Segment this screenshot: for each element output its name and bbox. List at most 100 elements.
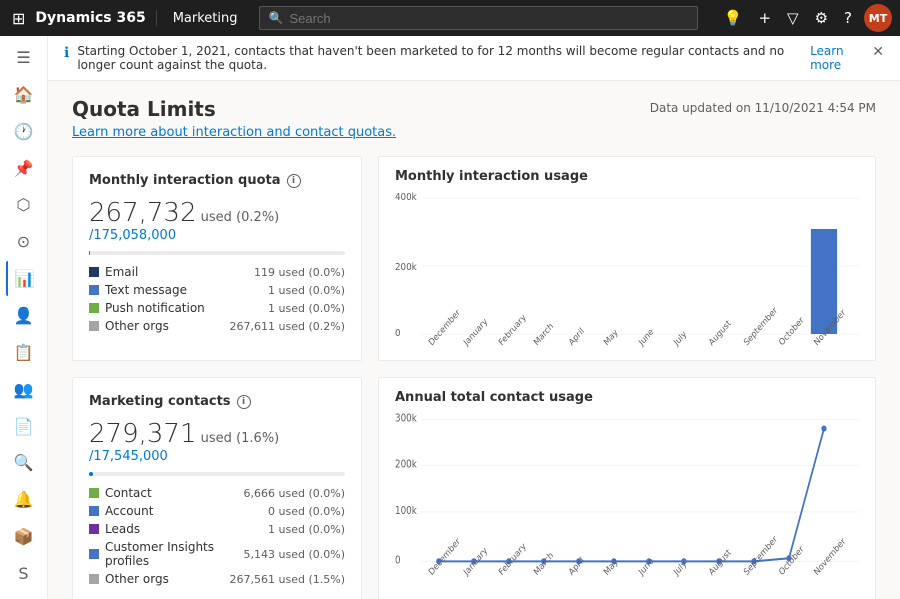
sidebar-search-icon[interactable]: 🔍	[6, 445, 42, 480]
search-bar[interactable]: 🔍	[259, 6, 697, 30]
user-avatar[interactable]: MT	[864, 4, 892, 32]
page-header: Quota Limits Learn more about interactio…	[48, 81, 900, 148]
marketing-contacts-bar	[89, 472, 345, 476]
monthly-quota-of: /175,058,000	[89, 228, 176, 243]
svg-text:February: February	[497, 312, 528, 348]
svg-text:0: 0	[395, 555, 401, 567]
legend-item: Other orgs 267,561 used (1.5%)	[89, 570, 345, 588]
legend-label: Leads	[89, 522, 268, 536]
nav-icons: 💡 + ▽ ⚙ ? MT	[720, 4, 892, 32]
svg-text:June: June	[636, 326, 655, 348]
marketing-contacts-card: Marketing contacts i 279,371 used (1.6%)…	[72, 377, 362, 599]
legend-value: 5,143 used (0.0%)	[244, 548, 345, 561]
svg-text:December: December	[427, 536, 463, 578]
sidebar-templates-icon[interactable]: 📋	[6, 335, 42, 370]
banner-learn-more-link[interactable]: Learn more	[810, 44, 864, 72]
svg-text:July: July	[671, 329, 688, 348]
sidebar-notifications-icon[interactable]: 🔔	[6, 482, 42, 517]
monthly-quota-used: used (0.2%)	[201, 210, 280, 225]
info-banner: ℹ Starting October 1, 2021, contacts tha…	[48, 36, 900, 81]
cards-grid-top: Monthly interaction quota i 267,732 used…	[48, 148, 900, 377]
svg-text:200k: 200k	[395, 261, 417, 273]
sidebar-audience-icon[interactable]: 👥	[6, 372, 42, 407]
legend-item: Leads 1 used (0.0%)	[89, 520, 345, 538]
sidebar-menu-icon[interactable]: ☰	[6, 40, 42, 75]
monthly-quota-bar	[89, 251, 345, 255]
marketing-contacts-info-icon[interactable]: i	[237, 395, 251, 409]
svg-text:April: April	[567, 555, 586, 578]
sidebar: ☰ 🏠 🕐 📌 ⬡ ⊙ 📊 👤 📋 👥 📄 🔍 🔔 📦 S	[0, 36, 48, 599]
legend-text: Push notification	[105, 301, 205, 315]
legend-color-swatch	[89, 506, 99, 516]
cards-grid-bottom: Marketing contacts i 279,371 used (1.6%)…	[48, 377, 900, 599]
sidebar-targeting-icon[interactable]: ⊙	[6, 224, 42, 259]
sidebar-contacts-icon[interactable]: 👤	[6, 298, 42, 333]
sidebar-user-icon[interactable]: S	[6, 556, 42, 591]
legend-color-swatch	[89, 524, 99, 534]
svg-text:300k: 300k	[395, 413, 417, 425]
monthly-quota-number: 267,732	[89, 198, 197, 228]
monthly-quota-info-icon[interactable]: i	[287, 174, 301, 188]
sidebar-pin-icon[interactable]: 📌	[6, 151, 42, 186]
legend-item: Email 119 used (0.0%)	[89, 263, 345, 281]
legend-value: 0 used (0.0%)	[268, 505, 345, 518]
legend-text: Contact	[105, 486, 152, 500]
main-content: ℹ Starting October 1, 2021, contacts tha…	[48, 36, 900, 599]
svg-text:December: December	[427, 307, 463, 348]
legend-label: Other orgs	[89, 572, 230, 586]
svg-text:August: August	[707, 317, 733, 347]
svg-text:November: November	[812, 536, 848, 578]
annual-chart-card: Annual total contact usage 300k 200k 100…	[378, 377, 876, 599]
legend-item: Contact 6,666 used (0.0%)	[89, 484, 345, 502]
svg-text:0: 0	[395, 327, 401, 339]
svg-text:August: August	[707, 547, 733, 578]
waffle-icon[interactable]: ⊞	[8, 5, 29, 32]
search-input[interactable]	[289, 11, 688, 26]
svg-text:September: September	[742, 534, 780, 578]
sidebar-home-icon[interactable]: 🏠	[6, 77, 42, 112]
legend-label: Push notification	[89, 301, 268, 315]
data-updated-label: Data updated on 11/10/2021 4:54 PM	[650, 101, 876, 115]
help-icon[interactable]: ?	[840, 5, 856, 31]
legend-label: Account	[89, 504, 268, 518]
legend-label: Contact	[89, 486, 244, 500]
legend-text: Text message	[105, 283, 187, 297]
monthly-quota-legend: Email 119 used (0.0%) Text message 1 use…	[89, 263, 345, 335]
legend-label: Text message	[89, 283, 268, 297]
banner-text: Starting October 1, 2021, contacts that …	[77, 44, 790, 72]
svg-text:March: March	[532, 551, 555, 579]
legend-color-swatch	[89, 303, 99, 313]
marketing-contacts-used: used (1.6%)	[201, 431, 280, 446]
legend-text: Leads	[105, 522, 140, 536]
monthly-quota-bar-fill	[89, 251, 90, 255]
sidebar-segments-icon[interactable]: ⬡	[6, 187, 42, 222]
marketing-contacts-of: /17,545,000	[89, 449, 168, 464]
legend-value: 119 used (0.0%)	[254, 266, 345, 279]
legend-label: Customer Insights profiles	[89, 540, 244, 568]
add-icon[interactable]: +	[754, 5, 775, 31]
legend-color-swatch	[89, 549, 99, 559]
sidebar-packages-icon[interactable]: 📦	[6, 519, 42, 554]
svg-text:400k: 400k	[395, 191, 417, 203]
info-icon: ℹ	[64, 45, 69, 61]
legend-color-swatch	[89, 285, 99, 295]
app-body: ☰ 🏠 🕐 📌 ⬡ ⊙ 📊 👤 📋 👥 📄 🔍 🔔 📦 S ℹ Starting…	[0, 36, 900, 599]
marketing-contacts-legend: Contact 6,666 used (0.0%) Account 0 used…	[89, 484, 345, 588]
legend-text: Account	[105, 504, 153, 518]
banner-close-button[interactable]: ✕	[872, 44, 884, 60]
settings-icon[interactable]: ⚙	[811, 5, 832, 31]
app-name: Marketing	[163, 11, 238, 26]
legend-value: 6,666 used (0.0%)	[244, 487, 345, 500]
svg-text:October: October	[777, 314, 806, 347]
svg-text:June: June	[637, 556, 656, 579]
legend-color-swatch	[89, 488, 99, 498]
sidebar-content-icon[interactable]: 📄	[6, 409, 42, 444]
lightbulb-icon[interactable]: 💡	[720, 5, 747, 31]
filter-icon[interactable]: ▽	[783, 5, 803, 31]
quota-learn-more-link[interactable]: Learn more about interaction and contact…	[72, 125, 396, 140]
legend-label: Email	[89, 265, 254, 279]
legend-item: Text message 1 used (0.0%)	[89, 281, 345, 299]
legend-text: Customer Insights profiles	[105, 540, 244, 568]
sidebar-analytics-icon[interactable]: 📊	[6, 261, 42, 296]
sidebar-recent-icon[interactable]: 🕐	[6, 114, 42, 149]
